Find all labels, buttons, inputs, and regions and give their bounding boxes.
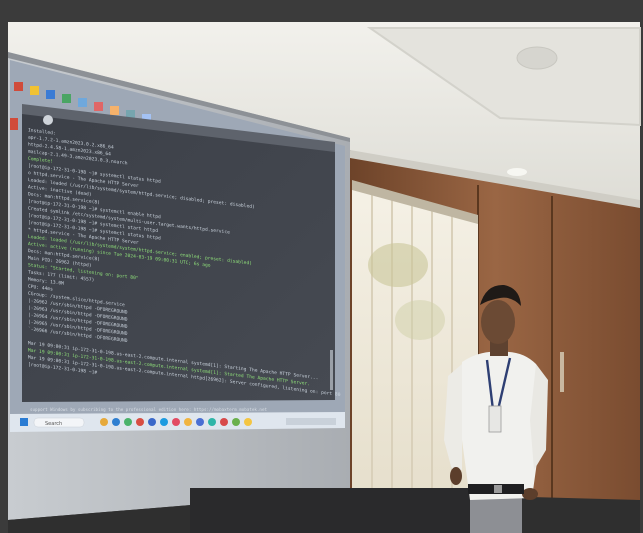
scene-svg: Installed: apr-1.7.2-1.amzn2023.0.2.x86_… xyxy=(0,0,643,533)
terminal-tab-icon xyxy=(43,115,53,125)
presentation-photo: Installed: apr-1.7.2-1.amzn2023.0.2.x86_… xyxy=(0,0,643,533)
ceiling-light xyxy=(507,168,527,176)
terminal-scrollbar xyxy=(330,350,333,390)
taskbar-search-label: Search xyxy=(45,421,62,427)
start-icon xyxy=(20,418,28,426)
ceiling-speaker xyxy=(516,46,558,70)
taskbar-tray xyxy=(286,418,336,425)
door-handle xyxy=(560,352,564,392)
desk xyxy=(190,488,470,533)
terminal-status-line: support Windows by subscribing to the pr… xyxy=(30,407,267,412)
